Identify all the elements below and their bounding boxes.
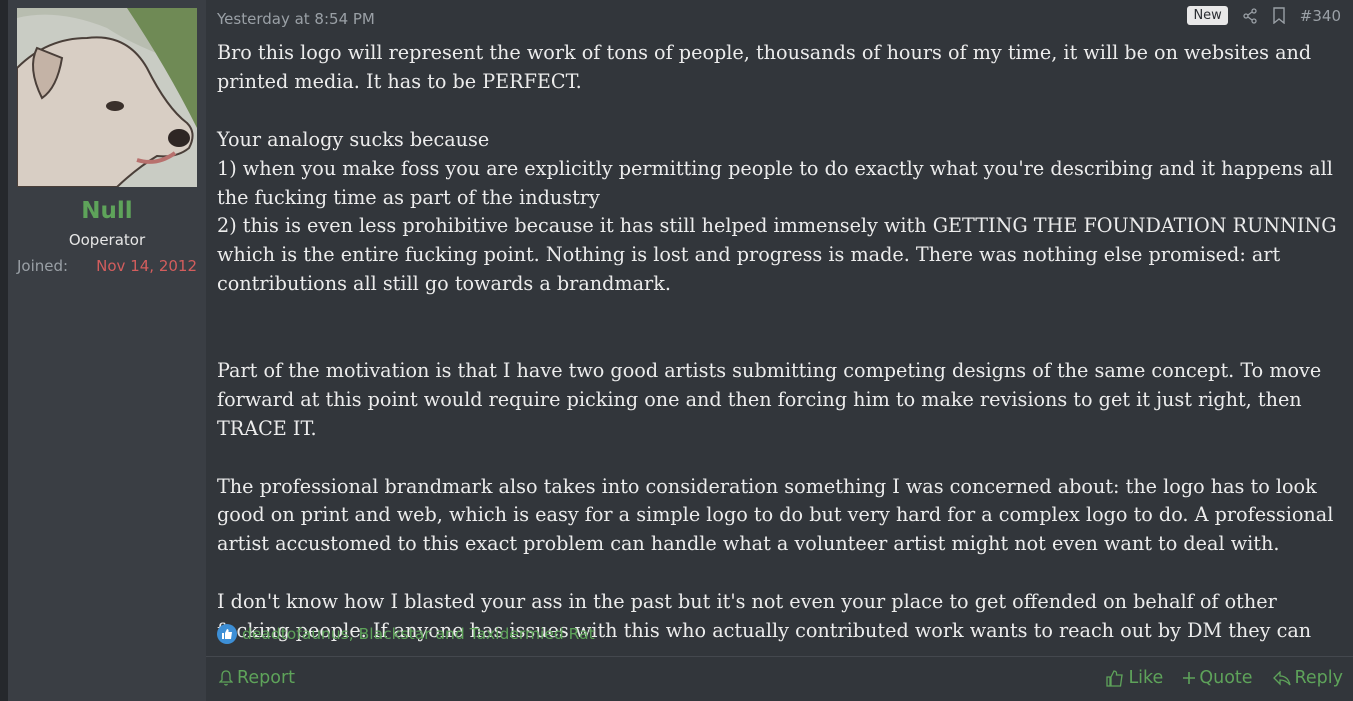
dog-avatar[interactable]	[17, 8, 197, 187]
quote-button[interactable]: Quote	[1183, 668, 1253, 688]
post-date[interactable]: Yesterday at 8:54 PM	[217, 10, 375, 28]
post-actions: Like Quote Reply	[1106, 668, 1343, 688]
post-body: Bro this logo will represent the work of…	[217, 39, 1342, 646]
reactions-bar[interactable]: deadtofaunus, Blackstar and Taxidermied …	[217, 624, 595, 644]
post-paragraph: The professional brandmark also takes in…	[217, 474, 1334, 556]
post-paragraph: 1) when you make foss you are explicitly…	[217, 156, 1333, 209]
bookmark-icon[interactable]	[1272, 7, 1286, 24]
report-button[interactable]: Report	[219, 668, 295, 688]
reactions-list[interactable]: deadtofaunus, Blackstar and Taxidermied …	[242, 625, 595, 643]
like-label: Like	[1128, 668, 1164, 688]
reply-button[interactable]: Reply	[1272, 668, 1343, 688]
share-icon[interactable]	[1242, 7, 1258, 24]
new-badge: New	[1187, 6, 1228, 25]
post-paragraph: Your analogy sucks because	[217, 127, 490, 151]
username[interactable]: Null	[8, 198, 206, 224]
like-button[interactable]: Like	[1106, 668, 1163, 688]
bell-icon	[219, 670, 233, 686]
reply-arrow-icon	[1272, 670, 1291, 686]
post-footer: Report Like Quote Reply	[206, 656, 1353, 701]
post-attribution-bar: New #340	[1187, 6, 1341, 25]
user-title: Ooperator	[68, 231, 146, 249]
thumbs-up-icon	[1106, 669, 1124, 687]
joined-label: Joined:	[17, 257, 69, 275]
post-paragraph: 2) this is even less prohibitive because…	[217, 214, 1337, 296]
quote-label: Quote	[1199, 668, 1253, 688]
post-number[interactable]: #340	[1300, 7, 1341, 25]
reply-label: Reply	[1294, 668, 1343, 688]
joined-date: Nov 14, 2012	[96, 257, 197, 275]
like-reaction-icon	[217, 624, 237, 644]
post-paragraph: Bro this logo will represent the work of…	[217, 41, 1312, 93]
page-left-edge	[0, 0, 8, 701]
user-info-panel: Null Ooperator Joined: Nov 14, 2012	[8, 0, 206, 701]
report-label: Report	[237, 668, 296, 688]
plus-icon	[1183, 672, 1196, 684]
post-paragraph: Part of the motivation is that I have tw…	[217, 358, 1322, 440]
post-message: Yesterday at 8:54 PM New #340 Bro this l…	[206, 0, 1353, 701]
